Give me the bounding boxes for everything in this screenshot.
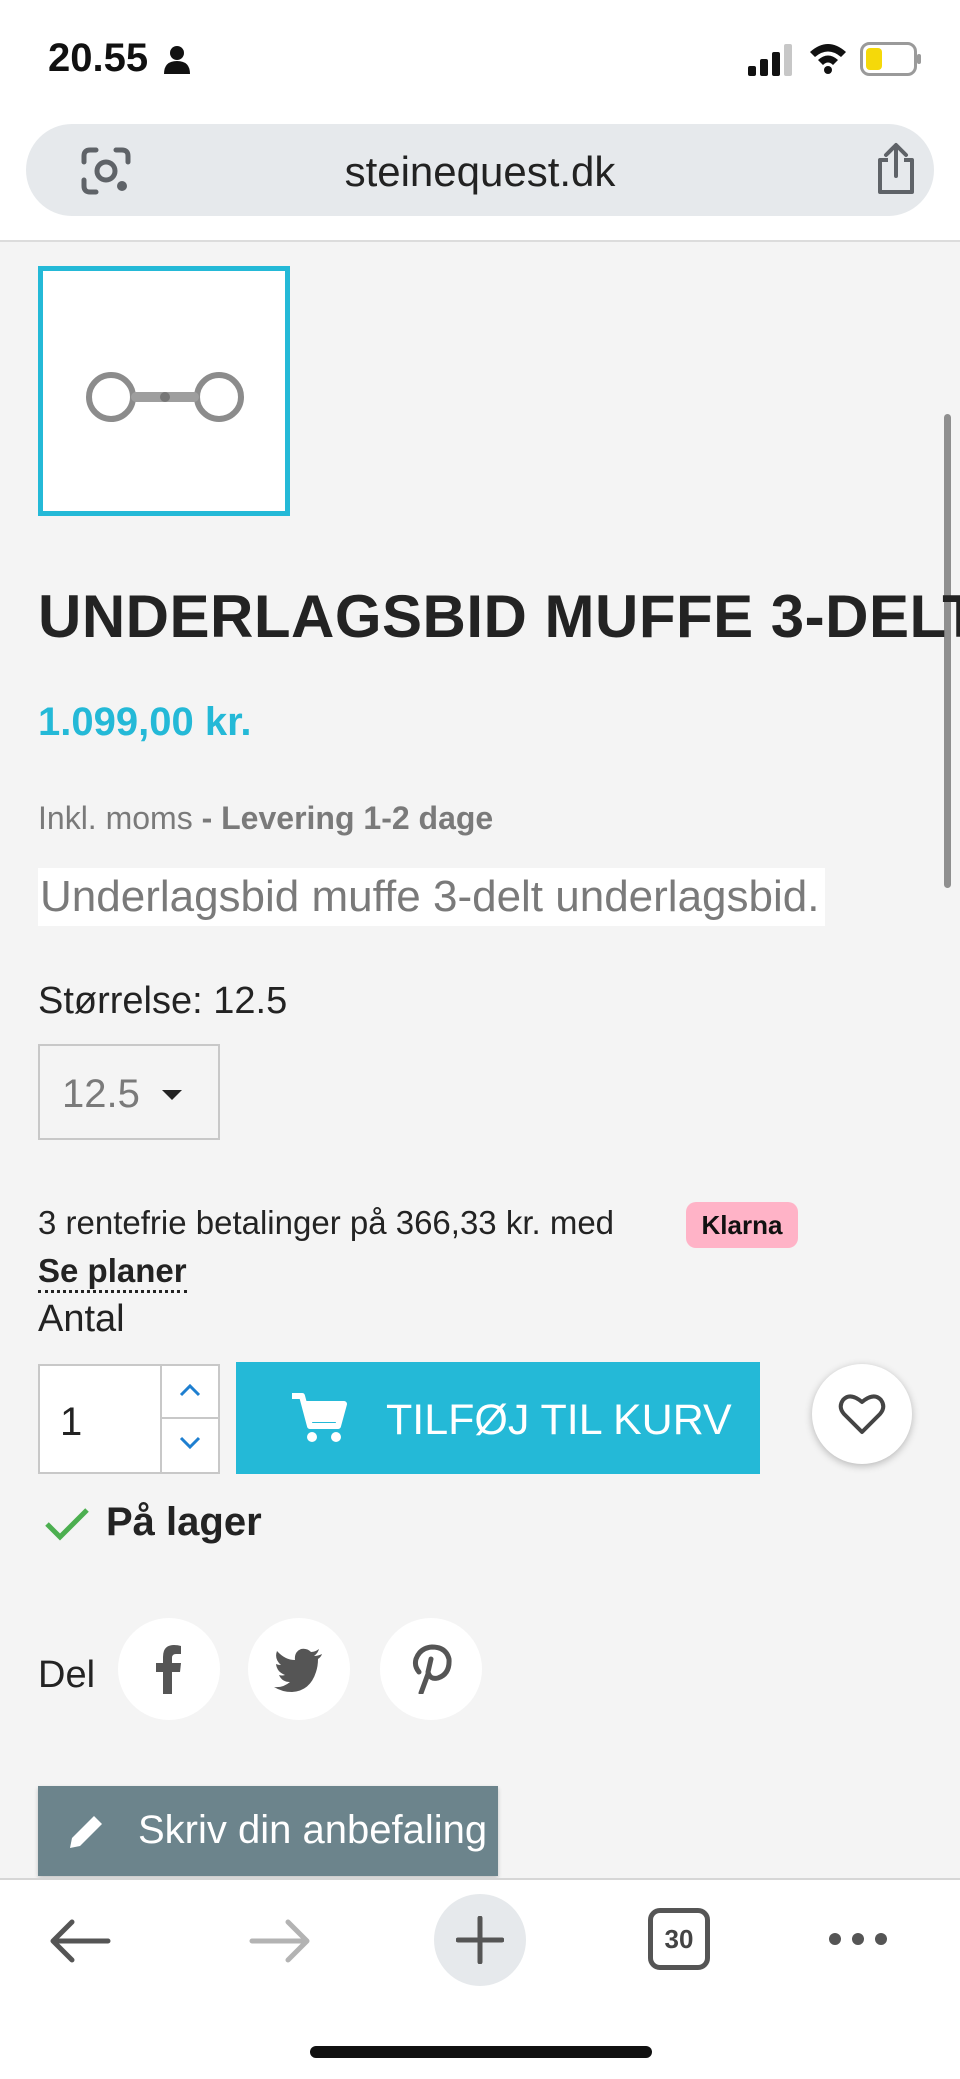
address-bar[interactable]: steinequest.dk: [26, 124, 934, 216]
pencil-icon: [70, 1816, 102, 1848]
twitter-share-button[interactable]: [248, 1618, 350, 1720]
quantity-input[interactable]: 1: [60, 1400, 82, 1445]
quantity-label: Antal: [38, 1298, 125, 1340]
wishlist-button[interactable]: [812, 1364, 912, 1464]
tax-label: Inkl. moms: [38, 800, 193, 836]
forward-button[interactable]: [248, 1918, 312, 1969]
product-title: UNDERLAGSBID MUFFE 3-DELT: [38, 583, 960, 650]
share-icon[interactable]: [874, 142, 918, 196]
quantity-increase-button[interactable]: [162, 1366, 218, 1419]
person-icon: [164, 46, 190, 74]
bit-image: [86, 372, 244, 422]
facebook-share-button[interactable]: [118, 1618, 220, 1720]
browser-header: steinequest.dk: [0, 120, 960, 242]
battery-icon: [860, 42, 921, 76]
size-select-value: 12.5: [62, 1072, 140, 1116]
facebook-icon: [156, 1645, 181, 1694]
product-description: Underlagsbid muffe 3-delt underlagsbid.: [38, 868, 826, 926]
size-label: Størrelse: 12.5: [38, 980, 288, 1022]
forward-arrow-icon: [249, 1919, 310, 1963]
back-button[interactable]: [48, 1918, 112, 1969]
stock-status: På lager: [44, 1500, 262, 1545]
url-text[interactable]: steinequest.dk: [26, 148, 934, 196]
new-tab-button[interactable]: [434, 1894, 526, 1986]
write-review-button[interactable]: Skriv din anbefaling: [38, 1786, 498, 1876]
heart-icon: [838, 1394, 886, 1434]
delivery-label: - Levering 1-2 dage: [201, 800, 494, 836]
add-to-cart-label: TILFØJ TIL KURV: [386, 1396, 732, 1444]
pinterest-icon: [412, 1644, 452, 1694]
page-scrollbar[interactable]: [944, 414, 951, 888]
quantity-decrease-button[interactable]: [162, 1419, 218, 1472]
klarna-badge: Klarna: [686, 1202, 798, 1248]
chevron-up-icon: [179, 1383, 201, 1397]
wifi-icon: [810, 44, 846, 74]
size-select[interactable]: 12.5: [38, 1044, 220, 1140]
home-indicator[interactable]: [310, 2046, 652, 2058]
product-thumbnail[interactable]: [38, 266, 290, 516]
twitter-icon: [274, 1648, 322, 1692]
caret-down-icon: [162, 1090, 182, 1100]
back-arrow-icon: [50, 1919, 111, 1963]
see-plans-link[interactable]: Se planer: [38, 1252, 187, 1293]
stock-label: På lager: [106, 1500, 262, 1544]
status-time: 20.55: [48, 36, 149, 80]
klarna-text: 3 rentefrie betalinger på 366,33 kr. med: [38, 1204, 615, 1241]
more-button[interactable]: [828, 1932, 888, 1951]
pinterest-share-button[interactable]: [380, 1618, 482, 1720]
plus-icon: [456, 1916, 504, 1964]
cart-icon: [292, 1393, 347, 1442]
share-label: Del: [38, 1654, 96, 1696]
quantity-stepper: 1: [38, 1364, 220, 1474]
check-icon: [45, 1508, 89, 1541]
tax-delivery-line: Inkl. moms - Levering 1-2 dage: [38, 800, 493, 837]
signal-icon: [748, 44, 792, 76]
add-to-cart-button[interactable]: TILFØJ TIL KURV: [236, 1362, 760, 1474]
chevron-down-icon: [179, 1436, 201, 1450]
status-bar: 20.55: [0, 0, 960, 120]
more-icon: [829, 1933, 887, 1945]
write-review-label: Skriv din anbefaling: [138, 1808, 488, 1852]
product-price: 1.099,00 kr.: [38, 700, 252, 744]
tabs-button[interactable]: 30: [648, 1908, 710, 1970]
